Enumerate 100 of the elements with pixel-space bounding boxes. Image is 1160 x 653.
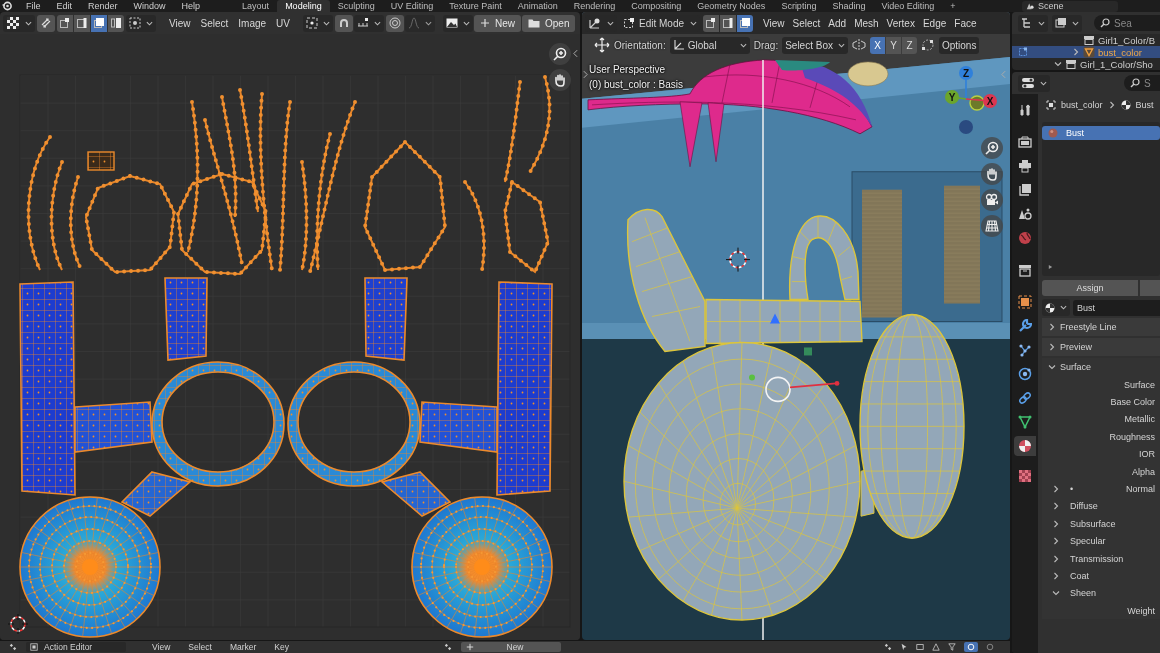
band-mesh[interactable] xyxy=(705,298,863,345)
uv-island[interactable] xyxy=(74,401,153,453)
menu-item[interactable]: View xyxy=(759,14,789,32)
properties-tab[interactable] xyxy=(1014,436,1036,456)
uv-island[interactable] xyxy=(278,100,292,272)
menu-item[interactable]: Face xyxy=(950,14,981,32)
sync-toggle[interactable] xyxy=(964,642,978,652)
select-tool-button[interactable] xyxy=(126,14,156,32)
pivot-button[interactable] xyxy=(303,14,333,32)
workspace-tab[interactable]: Compositing xyxy=(623,0,690,12)
axis-handle[interactable]: Z xyxy=(959,66,973,80)
chevron-left-icon[interactable] xyxy=(573,49,578,58)
menu-item[interactable]: Mesh xyxy=(850,14,883,32)
workspace-tab[interactable]: Shading xyxy=(824,0,874,12)
triangle-icon[interactable] xyxy=(932,643,940,651)
menu-item[interactable]: Select xyxy=(788,14,825,32)
search-field[interactable]: Sea xyxy=(1094,15,1160,31)
select-mode-button[interactable] xyxy=(720,14,737,32)
uv-island[interactable] xyxy=(300,160,309,272)
uv-island[interactable] xyxy=(19,496,161,638)
material-slot[interactable]: Bust xyxy=(1042,126,1160,140)
chevron-right-icon[interactable] xyxy=(1048,323,1056,331)
menu-item[interactable]: Select xyxy=(182,642,218,652)
workspace-tab[interactable]: Rendering xyxy=(565,0,624,12)
menu-item[interactable]: Image xyxy=(233,14,272,32)
snap-target-button[interactable] xyxy=(354,14,384,32)
menu-item[interactable]: Key xyxy=(268,642,295,652)
mode-dropdown[interactable]: Action Editor xyxy=(26,642,126,652)
uv-island[interactable] xyxy=(120,471,192,517)
menu-item[interactable]: Marker xyxy=(223,642,263,652)
edit-mode-icon[interactable] xyxy=(1018,47,1028,57)
uv-island[interactable] xyxy=(419,401,498,453)
subpanel-header[interactable]: Diffuse xyxy=(1042,497,1160,516)
uv-island[interactable] xyxy=(308,100,357,274)
subpanel-header[interactable]: Specular xyxy=(1042,532,1160,550)
new-action-button[interactable]: New xyxy=(461,642,561,652)
uv-island[interactable] xyxy=(49,160,64,272)
strap-mesh[interactable] xyxy=(626,208,706,353)
workspace-tab[interactable]: Scripting xyxy=(773,0,825,12)
circle-icon[interactable] xyxy=(986,643,994,651)
axis-gizmo[interactable]: Z Y X xyxy=(940,62,1000,136)
uv-island[interactable] xyxy=(203,118,244,266)
cursor-arrow-icon[interactable] xyxy=(900,643,908,651)
material-name-field[interactable]: Bust xyxy=(1073,299,1160,316)
uv-island[interactable] xyxy=(164,277,208,361)
keyframes-icon[interactable] xyxy=(884,643,892,651)
chevron-down-icon[interactable] xyxy=(1054,60,1062,68)
uv-island[interactable] xyxy=(528,75,552,174)
axis-handle[interactable]: Y xyxy=(945,90,959,104)
chevron-right-icon[interactable] xyxy=(1052,485,1060,494)
transform-gizmo[interactable] xyxy=(749,374,840,403)
uv-island[interactable] xyxy=(503,80,522,184)
assign-button[interactable]: Assign xyxy=(1042,280,1138,296)
sync-toggle[interactable] xyxy=(37,14,55,32)
uv-island[interactable] xyxy=(220,95,238,219)
editor-type-button[interactable] xyxy=(1018,74,1050,92)
workspace-tab[interactable]: Video Editing xyxy=(873,0,943,12)
workspace-tab[interactable]: Sculpting xyxy=(329,0,383,12)
axis-handle[interactable]: X xyxy=(983,94,997,108)
material-browse-button[interactable] xyxy=(1042,299,1070,316)
chevron-right-icon[interactable] xyxy=(1072,48,1080,56)
new-image-button[interactable]: New xyxy=(474,14,521,32)
menu-item[interactable]: Edge xyxy=(918,14,951,32)
outliner-row[interactable]: bust_color xyxy=(1012,46,1160,58)
menu-item[interactable]: Add xyxy=(824,14,851,32)
panel-header[interactable]: Freestyle Line xyxy=(1042,318,1160,336)
strap-mesh[interactable] xyxy=(789,215,860,301)
panel-header[interactable]: Preview xyxy=(1042,338,1160,356)
editor-type-button[interactable] xyxy=(3,14,35,32)
menu-item[interactable]: Select xyxy=(195,14,234,32)
workspace-tab[interactable]: UV Editing xyxy=(382,0,442,12)
menu-item[interactable]: Vertex xyxy=(882,14,919,32)
negative-axis-icon[interactable] xyxy=(969,95,985,111)
uv-island[interactable] xyxy=(87,151,115,171)
uv-island[interactable] xyxy=(186,100,200,254)
uv-island[interactable] xyxy=(502,178,551,276)
uv-island[interactable] xyxy=(287,361,421,487)
uv-island[interactable] xyxy=(380,471,452,517)
menu-item[interactable]: View xyxy=(164,14,196,32)
uv-island[interactable] xyxy=(411,496,553,638)
proportional-toggle[interactable] xyxy=(386,14,404,32)
scene-selector[interactable]: Scene xyxy=(1022,0,1118,12)
uv-island[interactable] xyxy=(238,88,260,214)
menu-item[interactable]: Help xyxy=(173,0,209,12)
filter-icon[interactable] xyxy=(948,643,956,651)
select-mode-button[interactable] xyxy=(737,14,754,32)
subpanel-header[interactable]: Coat xyxy=(1042,567,1160,585)
resize-grip-icon[interactable] xyxy=(1048,264,1053,270)
chevron-right-icon[interactable] xyxy=(1052,572,1060,580)
2d-cursor-icon[interactable] xyxy=(7,613,29,635)
chevron-right-icon[interactable] xyxy=(1048,343,1056,351)
3d-cursor-icon[interactable] xyxy=(725,247,751,273)
workspace-tab[interactable]: Geometry Nodes xyxy=(689,0,774,12)
chevron-down-icon[interactable] xyxy=(1048,363,1056,371)
uv-island[interactable] xyxy=(463,180,486,272)
menu-item[interactable]: File xyxy=(18,0,49,12)
chevron-right-icon[interactable] xyxy=(1052,502,1060,511)
uv-island[interactable] xyxy=(362,139,448,273)
move-icon[interactable] xyxy=(594,37,610,53)
menu-item[interactable]: View xyxy=(146,642,177,652)
